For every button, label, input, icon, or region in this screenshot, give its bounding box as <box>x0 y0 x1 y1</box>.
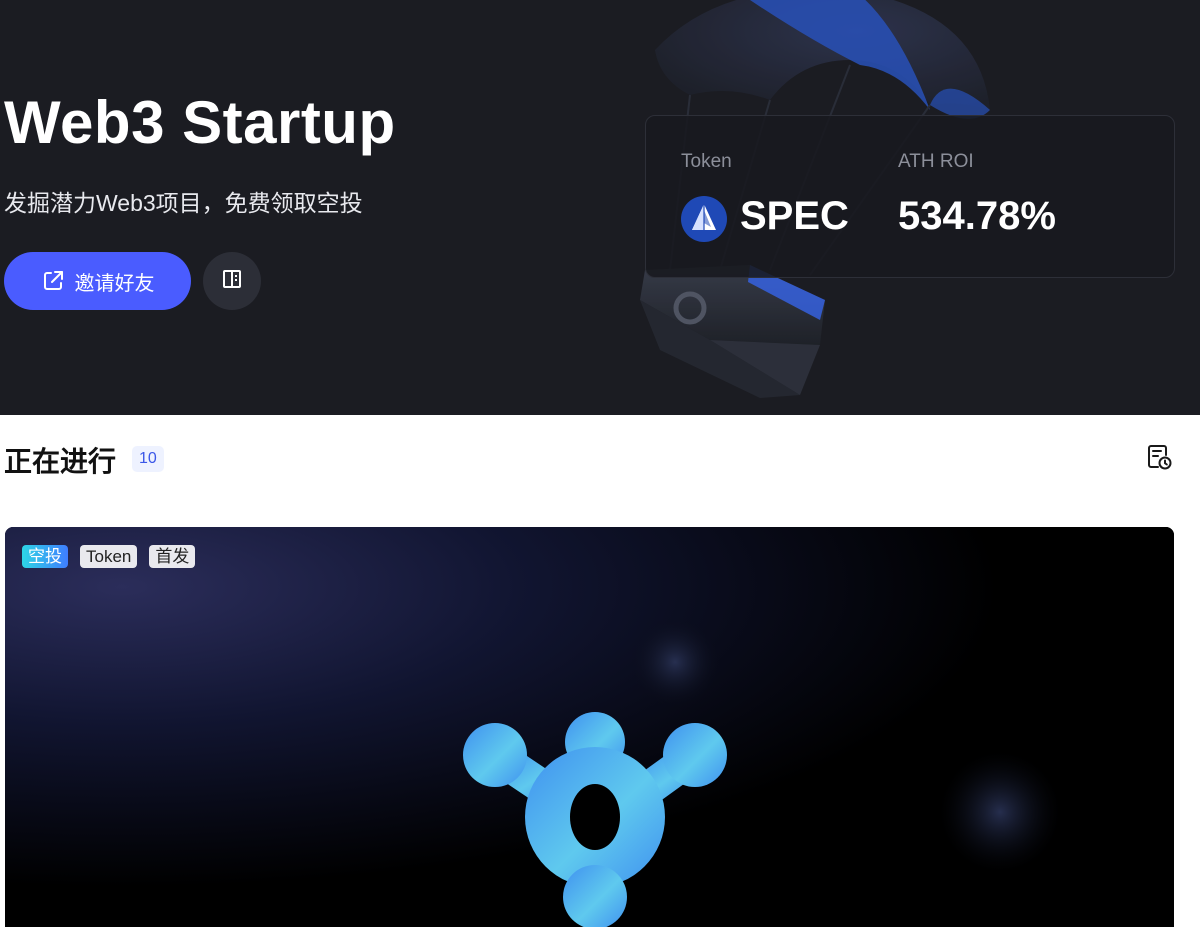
project-banner-image <box>5 527 1174 927</box>
hero-banner: Web3 Startup 发掘潜力Web3项目，免费领取空投 邀请好友 Toke… <box>0 0 1200 415</box>
page-title: Web3 Startup <box>4 89 396 156</box>
ongoing-count-badge: 10 <box>132 446 164 472</box>
project-banner-card[interactable]: 空投 Token 首发 <box>5 527 1174 927</box>
invite-friends-button[interactable]: 邀请好友 <box>4 252 191 310</box>
calendar-history-icon <box>1145 443 1173 476</box>
page-subtitle: 发掘潜力Web3项目，免费领取空投 <box>4 190 363 216</box>
ath-roi-value: 534.78% <box>898 194 1056 238</box>
ath-roi-label: ATH ROI <box>898 151 974 172</box>
guide-book-button[interactable] <box>203 252 261 310</box>
token-label: Token <box>681 151 732 172</box>
external-link-icon <box>41 269 65 293</box>
history-button[interactable] <box>1144 444 1174 474</box>
ongoing-section-title: 正在进行 <box>4 446 117 477</box>
project-tags: 空投 Token 首发 <box>22 545 196 568</box>
invite-friends-label: 邀请好友 <box>74 272 155 295</box>
book-icon <box>221 268 243 295</box>
tag-first-launch: 首发 <box>149 545 196 568</box>
tag-token: Token <box>80 545 138 568</box>
tag-airdrop: 空投 <box>22 545 68 568</box>
token-name: SPEC <box>740 194 849 238</box>
token-roi-card: Token ATH ROI SPEC 534.78% <box>645 115 1175 278</box>
spec-token-icon <box>681 196 727 242</box>
